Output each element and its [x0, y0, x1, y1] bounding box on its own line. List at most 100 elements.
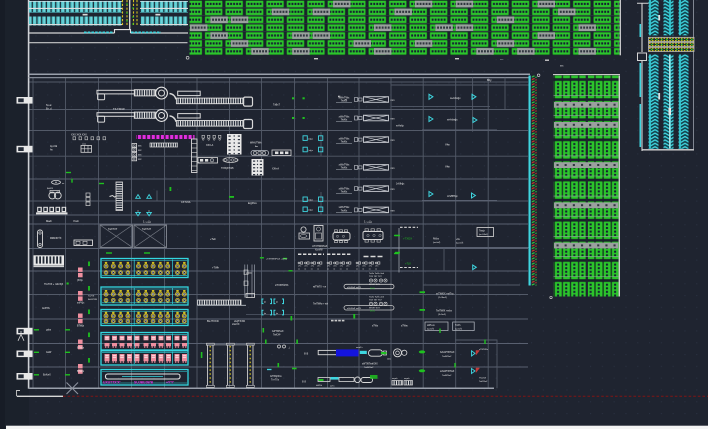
- svg-text:xTWXfXx: xTWXfXx: [479, 349, 489, 351]
- svg-text:xTx: xTx: [340, 266, 343, 268]
- svg-text:CXTJVA: CXTJVA: [181, 201, 191, 204]
- svg-text:xx: xx: [375, 268, 377, 270]
- svg-text:xxuxTx: xxuxTx: [356, 347, 364, 349]
- svg-text:TwXx TwXv Jwh: TwXx TwXv Jwh: [369, 273, 385, 275]
- svg-text:(w+fw²): (w+fw²): [455, 328, 462, 331]
- svg-text:SUJBUJB′B: SUJBUJB′B: [134, 381, 154, 385]
- svg-text:mm: mm: [391, 118, 395, 121]
- svg-text:xTx: xTx: [346, 266, 349, 268]
- svg-text:(w+fw²): (w+fw²): [433, 241, 441, 244]
- svg-text:TwfWXw²: TwfWXw²: [442, 374, 452, 377]
- svg-text:(w+fw²): (w+fw²): [456, 242, 464, 245]
- svg-text:mm: mm: [391, 209, 395, 212]
- svg-text:Aw: Aw: [255, 145, 258, 148]
- svg-text:xx: xx: [356, 268, 358, 270]
- svg-text:+fw: +fw: [456, 238, 460, 241]
- svg-text:BTWjx: BTWjx: [77, 325, 85, 328]
- svg-text:w+fxfw|jx: w+fxfw|jx: [447, 118, 458, 122]
- svg-text:xxµxh: xxµxh: [392, 378, 398, 380]
- svg-text:mm: mm: [391, 139, 395, 142]
- svg-text:n/TXfTWXPwX: n/TXfTWXPwX: [312, 246, 328, 248]
- svg-text:xWTXfTwhXXX: xWTXfTwhXXX: [362, 364, 378, 366]
- svg-text:xTx: xTx: [375, 266, 378, 268]
- svg-text:(XXjx: (XXjx: [77, 279, 84, 282]
- svg-text:TwXfx: TwXfx: [341, 100, 348, 103]
- svg-text:ملت 1: ملت 1: [143, 219, 151, 223]
- svg-text:+TXDX: +TXDX: [403, 237, 412, 241]
- svg-text:xx: xx: [317, 268, 319, 270]
- svg-text:xXxXfxX xxXX: xXxXfxX xxXX: [347, 308, 362, 310]
- svg-text:hxfxWTXfTwX: hxfxWTXfTwX: [440, 352, 455, 354]
- svg-text:mm: mm: [391, 167, 395, 170]
- svg-text:Twxjx: Twxjx: [479, 231, 486, 233]
- svg-text:TX-TXFW: TX-TXFW: [113, 107, 125, 111]
- svg-text:xxxx: xxxx: [82, 144, 86, 146]
- svg-text:WTW7 X7X: WTW7 X7X: [369, 307, 380, 309]
- svg-text:xTx: xTx: [333, 266, 336, 268]
- svg-text:BTWjx: BTWjx: [77, 370, 85, 373]
- svg-text:xTx: xTx: [356, 266, 359, 268]
- svg-text:(w+fw²): (w+fw²): [427, 328, 434, 331]
- svg-text:xTx: xTx: [298, 266, 301, 268]
- svg-text:xGxXX: xGxXX: [232, 323, 240, 326]
- svg-text:fTxxXX: fTxxXX: [479, 378, 487, 380]
- svg-text:xx: xx: [369, 268, 371, 270]
- svg-text:xXxXfxX xxXX: xXxXfxX xxXX: [347, 287, 362, 289]
- svg-text:GPTXPwX: GPTXPwX: [272, 330, 284, 333]
- svg-text:xx: xx: [304, 268, 306, 270]
- svg-text:TwfXXw²: TwfXXw²: [479, 380, 488, 383]
- svg-text:TwXXf²: TwXXf²: [273, 334, 281, 337]
- svg-text:xTx: xTx: [327, 266, 330, 268]
- svg-text:TwfTWfw + wh: TwfTWfw + wh: [313, 304, 329, 306]
- svg-text:xTx: xTx: [317, 266, 320, 268]
- svg-text:WTW7 X7X: WTW7 X7X: [369, 284, 380, 286]
- svg-text:TwXTXT: TwXTXT: [108, 228, 118, 231]
- svg-text:TwXfx: TwXfx: [341, 167, 348, 170]
- svg-text:UXUTTX′X′: UXUTTX′X′: [103, 381, 121, 385]
- svg-text:(w+fL/fw²): (w+fL/fw²): [479, 233, 488, 236]
- svg-text:xx: xx: [311, 268, 313, 270]
- svg-text:EnjjFhxx: EnjjFhxx: [248, 203, 258, 205]
- svg-text:TwXfx: TwXfx: [341, 209, 348, 212]
- svg-text:xWh-xx: xWh-xx: [427, 325, 436, 327]
- svg-text:xx: xx: [346, 268, 348, 270]
- svg-text:w+fxfw|jx: w+fxfw|jx: [450, 96, 461, 100]
- svg-text:+TWh: +TWh: [212, 266, 220, 270]
- svg-text:BTWjx: BTWjx: [77, 347, 85, 350]
- svg-text:mm: mm: [391, 188, 395, 191]
- svg-text:[WX]: [WX]: [370, 288, 375, 290]
- svg-text:ملت 1: ملت 1: [364, 219, 372, 223]
- svg-text:xxfxWTXfTwX: xxfxWTXfTwX: [440, 371, 455, 373]
- svg-text:TXfXjX/TWh: TXfXjX/TWh: [221, 168, 234, 170]
- svg-text:8 8: 8 8: [304, 352, 309, 356]
- svg-text:ThxTXX + 'wihrXjX: ThxTXX + 'wihrXjX: [44, 283, 64, 286]
- svg-text:xTx: xTx: [311, 266, 314, 268]
- svg-text:TwXTdT: TwXTdT: [142, 228, 151, 231]
- svg-text:fWfxx: fWfxx: [433, 238, 440, 241]
- svg-text:xx: xx: [327, 268, 329, 270]
- svg-text:TXX 7X7 TX7: TXX 7X7 TX7: [369, 299, 383, 301]
- svg-text:TwXfx: TwXfx: [341, 141, 348, 144]
- svg-text:TwfWXw²: TwfWXw²: [442, 355, 452, 358]
- svg-text:µxbx: µxbx: [46, 329, 52, 332]
- svg-text:Madi: Madi: [46, 219, 52, 223]
- svg-text:TXX 7X7 TX7: TXX 7X7 TX7: [369, 276, 383, 278]
- svg-text:BxJTXXD: BxJTXXD: [207, 319, 219, 323]
- svg-text:8 8: 8 8: [302, 380, 306, 384]
- svg-text:lxWXh: lxWXh: [316, 385, 323, 387]
- svg-text:xTx: xTx: [369, 266, 372, 268]
- svg-text:xx: xx: [333, 268, 335, 270]
- svg-text:[WX]: [WX]: [370, 310, 375, 312]
- svg-text:BxWX: BxWX: [47, 188, 54, 190]
- svg-text:XxxVW: XxxVW: [315, 249, 323, 251]
- svg-text:TxBxT: TxBxT: [273, 104, 280, 107]
- svg-text:xTWx: xTWx: [372, 325, 379, 328]
- svg-text:wfw: wfw: [387, 358, 391, 360]
- svg-text:WHX/TWh: WHX/TWh: [250, 142, 262, 145]
- svg-text:AvPXfx: AvPXfx: [42, 307, 51, 310]
- svg-text:+Twh: +Twh: [210, 238, 216, 241]
- svg-text:w-fhrfjx: w-fhrfjx: [396, 125, 405, 128]
- svg-text:TwXfx: TwXfx: [341, 191, 348, 194]
- svg-text:xxµxh: xxµxh: [404, 378, 410, 380]
- svg-text:TwfTWfX +wfxx: TwfTWfX +wfxx: [436, 311, 453, 313]
